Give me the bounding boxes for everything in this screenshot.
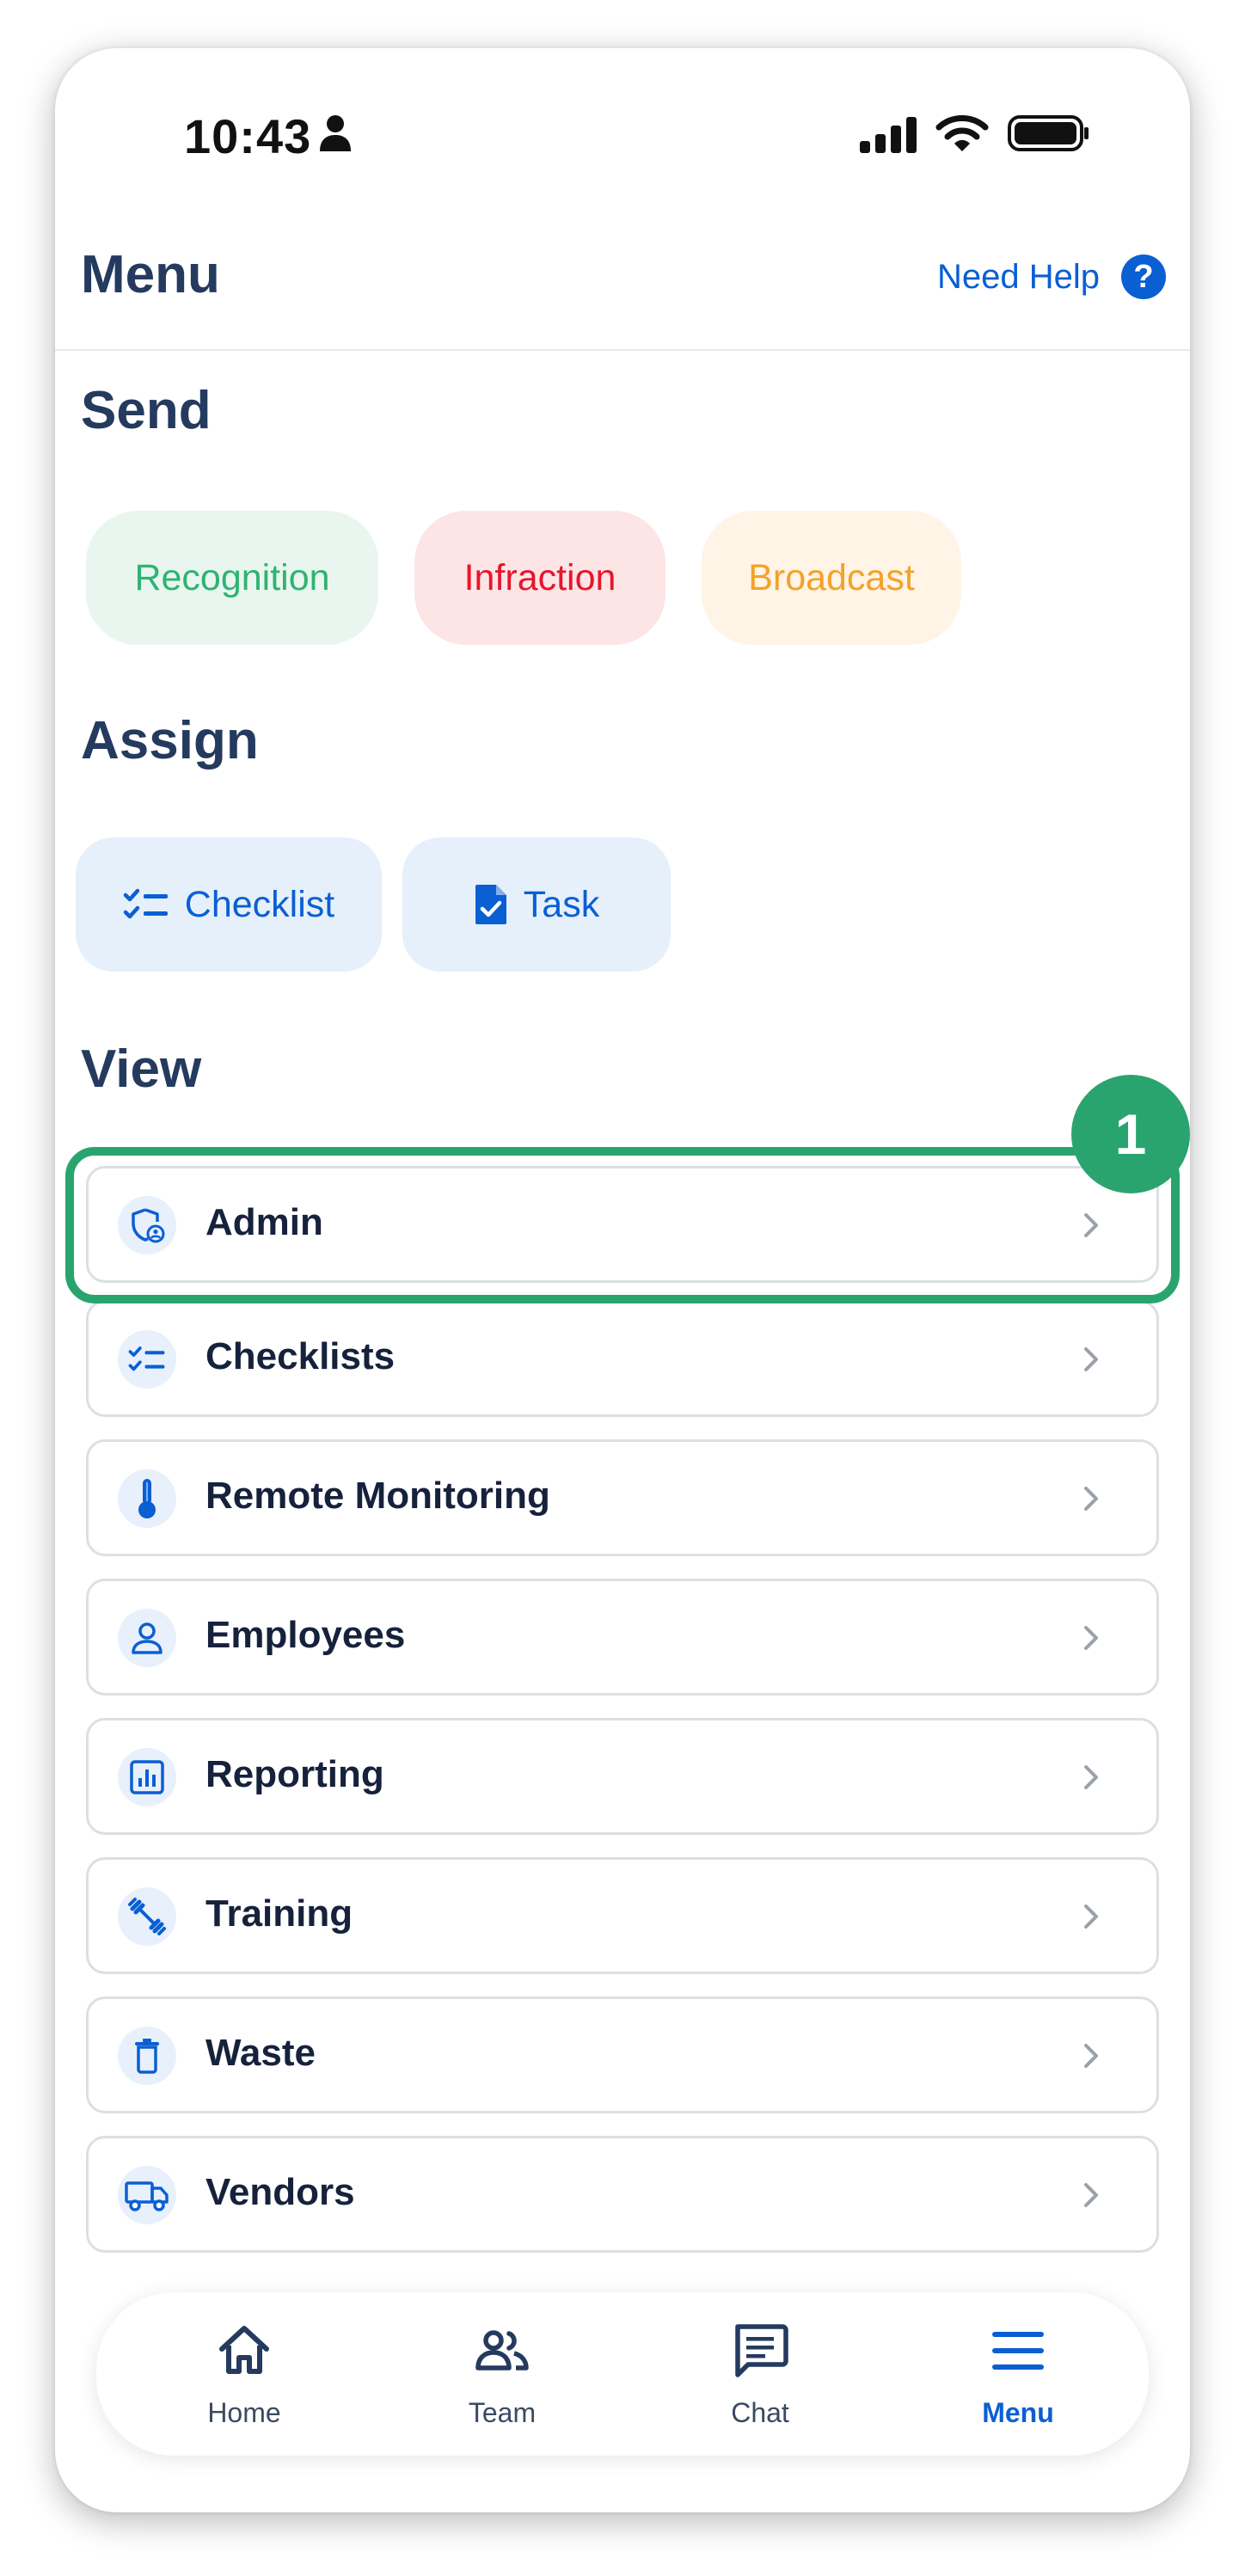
need-help-link[interactable]: Need Help — [937, 258, 1100, 297]
step-highlight-outline — [65, 1147, 1180, 1303]
view-item-vendors[interactable]: Vendors — [86, 2136, 1159, 2253]
dumbbell-icon — [118, 1887, 176, 1946]
view-item-waste[interactable]: Waste — [86, 1996, 1159, 2113]
signal-icon — [860, 117, 917, 153]
checklist-icon — [118, 1330, 176, 1389]
bar-chart-icon — [118, 1748, 176, 1806]
nav-home[interactable]: Home — [158, 2292, 330, 2456]
view-item-training[interactable]: Training — [86, 1857, 1159, 1974]
task-file-icon — [475, 885, 506, 924]
view-item-label: Checklists — [205, 1335, 396, 1377]
assign-checklist-button[interactable]: Checklist — [76, 837, 382, 972]
page-title: Menu — [81, 245, 220, 304]
nav-label: Menu — [982, 2397, 1054, 2428]
nav-team[interactable]: Team — [416, 2292, 588, 2456]
assign-task-label: Task — [523, 883, 600, 925]
chat-icon — [735, 2324, 788, 2377]
nav-label: Team — [468, 2397, 537, 2428]
assign-task-button[interactable]: Task — [402, 837, 671, 972]
view-item-reporting[interactable]: Reporting — [86, 1718, 1159, 1835]
view-item-label: Reporting — [205, 1753, 384, 1795]
nav-label: Home — [207, 2397, 281, 2428]
view-item-remote-monitoring[interactable]: Remote Monitoring — [86, 1439, 1159, 1556]
view-item-label: Waste — [205, 2032, 316, 2074]
view-item-employees[interactable]: Employees — [86, 1579, 1159, 1696]
nav-label: Chat — [731, 2397, 789, 2428]
truck-icon — [118, 2166, 176, 2224]
person-icon — [118, 1609, 176, 1667]
thermometer-icon — [118, 1469, 176, 1528]
menu-icon — [992, 2332, 1044, 2370]
recognition-button[interactable]: Recognition — [86, 511, 378, 645]
chevron-right-icon — [1084, 2044, 1098, 2068]
header-divider — [55, 349, 1190, 351]
infraction-button[interactable]: Infraction — [414, 511, 665, 645]
nav-menu[interactable]: Menu — [932, 2292, 1104, 2456]
person-icon — [320, 115, 351, 151]
chevron-right-icon — [1084, 1904, 1098, 1929]
team-icon — [475, 2330, 529, 2371]
home-icon — [219, 2326, 269, 2374]
view-item-checklists[interactable]: Checklists — [86, 1300, 1159, 1417]
send-section-title: Send — [81, 381, 212, 440]
view-item-label: Training — [205, 1892, 353, 1935]
view-item-label: Remote Monitoring — [205, 1475, 550, 1517]
chevron-right-icon — [1084, 2183, 1098, 2207]
status-time: 10:43 — [184, 109, 312, 163]
chevron-right-icon — [1084, 1765, 1098, 1789]
chevron-right-icon — [1084, 1347, 1098, 1371]
battery-icon — [1008, 115, 1089, 151]
chevron-right-icon — [1084, 1626, 1098, 1650]
phone-screen: 10:43 Menu Need Help ? Send Recognition … — [55, 48, 1190, 2512]
assign-section-title: Assign — [81, 711, 259, 770]
nav-chat[interactable]: Chat — [674, 2292, 846, 2456]
broadcast-button[interactable]: Broadcast — [702, 511, 961, 645]
checklist-icon — [123, 888, 168, 919]
step-number-badge: 1 — [1071, 1075, 1190, 1193]
view-item-label: Vendors — [205, 2171, 355, 2213]
bottom-navigation: Home Team Chat Menu — [96, 2292, 1149, 2456]
chevron-right-icon — [1084, 1487, 1098, 1511]
view-item-label: Employees — [205, 1614, 406, 1656]
view-section-title: View — [81, 1040, 202, 1099]
trash-icon — [118, 2027, 176, 2085]
help-icon[interactable]: ? — [1121, 255, 1166, 299]
assign-checklist-label: Checklist — [184, 883, 335, 925]
wifi-icon — [935, 115, 989, 151]
